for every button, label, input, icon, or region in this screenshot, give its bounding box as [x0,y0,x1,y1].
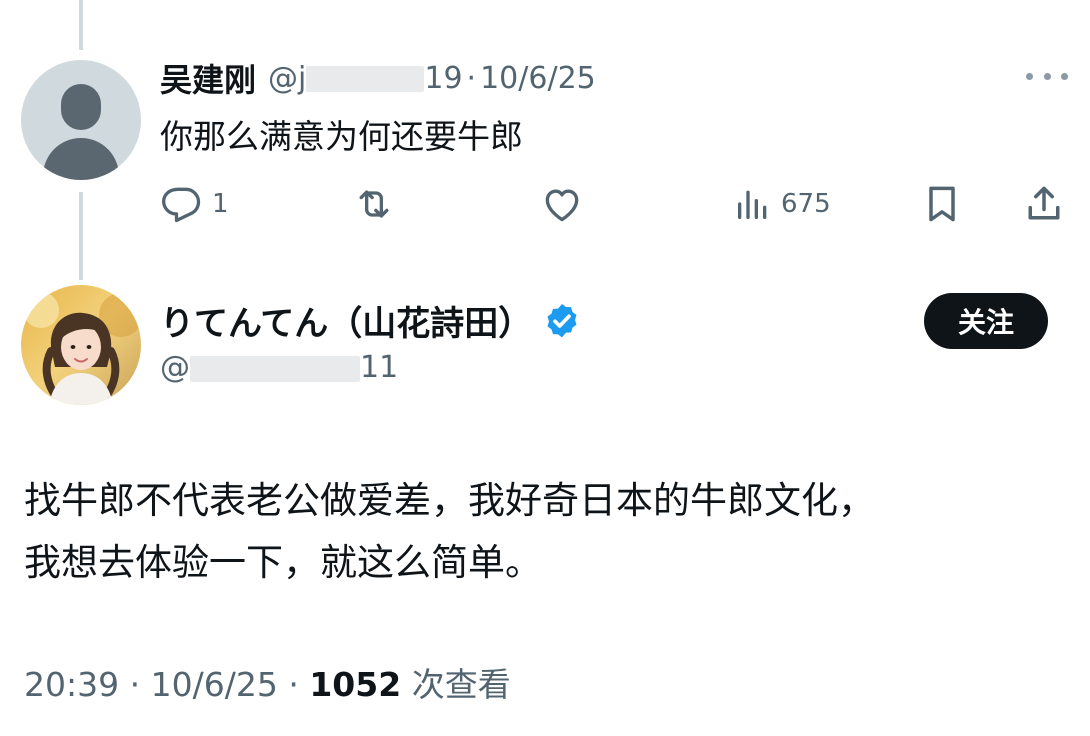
share-button[interactable] [1022,180,1066,228]
meta-separator: · [288,665,299,704]
author-photo-image [21,285,141,405]
reply-button[interactable]: 1 [160,180,229,228]
tweet-meta: 20:39 · 10/6/25 · 1052 次查看 [24,658,511,706]
bookmark-button[interactable] [920,180,964,228]
comment-icon [162,187,201,223]
more-dot [1061,72,1068,80]
analytics-icon [738,190,767,219]
reply-avatar[interactable] [21,60,141,180]
author-avatar[interactable] [21,285,141,405]
like-button[interactable] [540,180,584,228]
author-name-text: りてんてん（山花詩田） [160,304,533,344]
reply-handle-prefix: @j [268,60,307,96]
reply-count: 1 [212,189,229,219]
follow-button[interactable]: 关注 [924,293,1048,349]
author-handle-prefix: @ [160,350,190,385]
author-name[interactable]: りてんてん（山花詩田） [160,296,582,345]
reply-separator: · [466,60,477,96]
reply-author-name[interactable]: 吴建刚 [160,55,256,101]
views-count: 675 [781,189,831,219]
retweet-button[interactable] [350,180,398,228]
tweet-text: 找牛郎不代表老公做爱差，我好奇日本的牛郎文化， 我想去体验一下，就这么简单。 [24,470,1074,594]
reply-author-handle[interactable]: @j 19 [268,61,463,96]
views-button[interactable]: 675 [733,180,831,228]
author-handle-tail: 11 [360,350,399,385]
tweet-time[interactable]: 20:39 [24,665,119,704]
tweet-views-count: 1052 [309,665,402,704]
meta-separator: · [129,665,141,704]
default-avatar-body [43,138,119,180]
default-avatar-head [61,84,101,130]
reply-text: 你那么满意为何还要牛郎 [160,117,523,156]
tweet-text-line: 找牛郎不代表老公做爱差，我好奇日本的牛郎文化， [24,479,875,522]
more-icon[interactable] [1026,66,1068,86]
reply-handle-tail: 19 [424,60,463,96]
handle-blur [190,355,360,382]
author-handle[interactable]: @11 [160,350,398,385]
share-icon [1028,186,1060,220]
more-dot [1026,72,1033,80]
heart-icon [545,189,579,222]
retweet-icon [359,190,389,218]
reply-header: 吴建刚 @j 19 · 10/6/25 [160,56,596,100]
tweet-date[interactable]: 10/6/25 [151,665,278,704]
thread-line-top [79,0,83,50]
tweet-views-label: 次查看 [411,665,511,704]
bookmark-icon [929,186,955,222]
handle-blur [306,66,425,92]
tweet-text-line: 我想去体验一下，就这么简单。 [24,541,542,584]
more-dot [1043,72,1051,80]
verified-badge-icon [547,303,577,337]
thread-line-connector [79,192,83,280]
reply-date[interactable]: 10/6/25 [480,61,596,96]
